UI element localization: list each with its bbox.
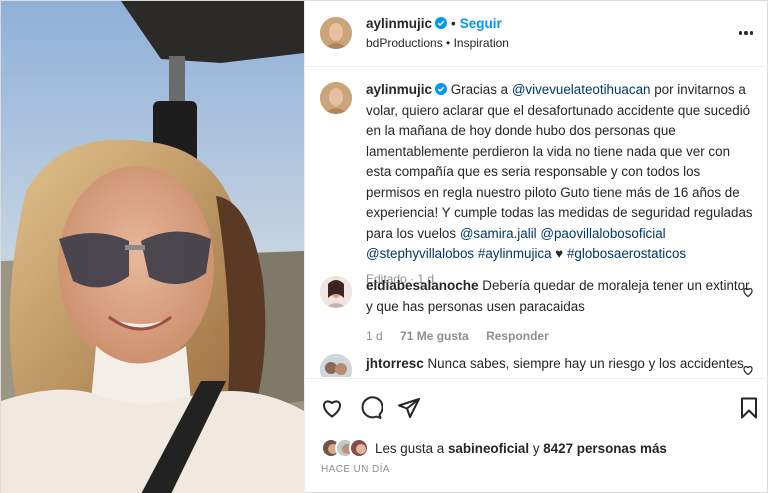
- caption-avatar[interactable]: [320, 82, 352, 114]
- comment-likes[interactable]: 71 Me gusta: [400, 329, 469, 343]
- post-header: aylinmujic • Seguir bdProductions • Inspir…: [305, 1, 768, 67]
- mention-link[interactable]: @paovillalobosoficial: [540, 226, 665, 241]
- follow-button[interactable]: Seguir: [460, 16, 502, 31]
- heart-emoji: ♥: [555, 246, 564, 261]
- author-avatar[interactable]: [320, 17, 352, 49]
- comments-list[interactable]: aylinmujic Gracias a @vivevuelateotihuac…: [305, 68, 768, 377]
- post-photo[interactable]: [1, 1, 304, 493]
- comment-username[interactable]: jhtorresc: [366, 356, 424, 371]
- author-username[interactable]: aylinmujic: [366, 16, 432, 31]
- reply-button[interactable]: Responder: [486, 329, 549, 343]
- post-dialog: aylinmujic • Seguir bdProductions • Inspir…: [0, 0, 768, 493]
- liker-avatars: [321, 437, 373, 459]
- post-panel: aylinmujic • Seguir bdProductions • Inspir…: [304, 1, 768, 493]
- comment-username[interactable]: eldiabesalanoche: [366, 278, 479, 293]
- avatar: [349, 438, 369, 458]
- likes-user-link[interactable]: sabineoficial: [448, 441, 529, 456]
- comment-text: Nunca sabes, siempre hay un riesgo y los…: [427, 356, 744, 371]
- verified-icon: [435, 17, 448, 29]
- mention-link[interactable]: @stephyvillalobos: [366, 246, 474, 261]
- heart-icon[interactable]: [320, 396, 344, 420]
- mention-link[interactable]: @vivevuelateotihuacan: [512, 82, 651, 97]
- comment-avatar[interactable]: [320, 354, 352, 377]
- post-timestamp[interactable]: HACE UN DÍA: [321, 464, 390, 475]
- likes-summary: Les gusta a sabineoficial y 8427 persona…: [321, 437, 667, 459]
- separator-dot: •: [451, 16, 456, 31]
- more-icon[interactable]: [736, 23, 756, 43]
- likes-prefix: Les gusta a: [375, 440, 445, 456]
- caption-body: por invitarnos a volar, quiero aclarar q…: [366, 82, 753, 241]
- audio-attribution[interactable]: bdProductions • Inspiration: [366, 36, 509, 50]
- caption-username[interactable]: aylinmujic: [366, 82, 432, 97]
- likes-count[interactable]: 8427 personas más: [543, 441, 667, 456]
- comment-icon[interactable]: [359, 396, 383, 420]
- hashtag-link[interactable]: #globosaerostaticos: [567, 246, 686, 261]
- caption-intro: Gracias a: [450, 82, 509, 97]
- mention-link[interactable]: @samira.jalil: [460, 226, 537, 241]
- post-actions: Les gusta a sabineoficial y 8427 persona…: [305, 378, 768, 493]
- bookmark-icon[interactable]: [737, 396, 761, 420]
- share-icon[interactable]: [397, 396, 421, 420]
- comment-age: 1 d: [366, 329, 383, 343]
- hashtag-link[interactable]: #aylinmujica: [478, 246, 552, 261]
- photo-illustration: [1, 1, 304, 493]
- comment-heart-icon[interactable]: [742, 286, 754, 298]
- verified-icon: [435, 83, 448, 95]
- likes-mid: y: [532, 440, 540, 456]
- comment-heart-icon[interactable]: [742, 364, 754, 376]
- comment-avatar[interactable]: [320, 276, 352, 308]
